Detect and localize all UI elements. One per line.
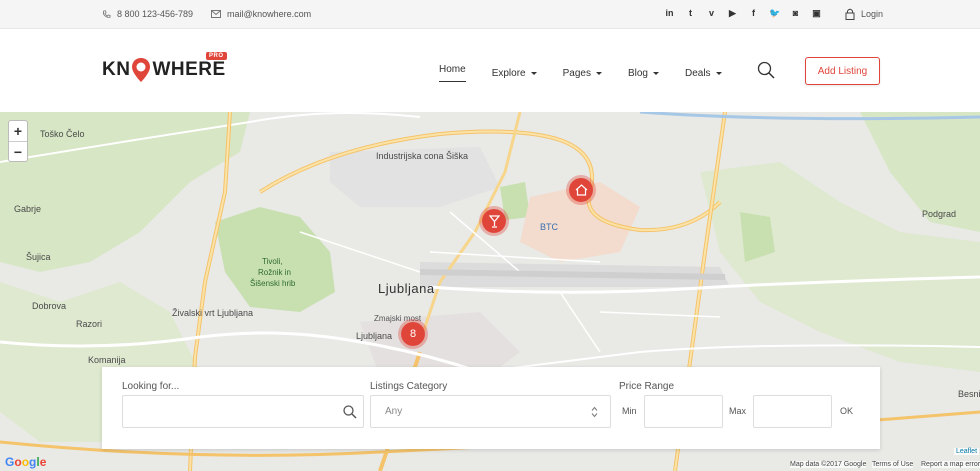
logo-text-right: WHERE <box>152 59 226 80</box>
map-marker-home[interactable] <box>566 175 596 205</box>
site-logo[interactable]: KN WHERE PRO <box>102 52 227 83</box>
map-data-attribution: Map data ©2017 Google <box>790 461 867 468</box>
chevron-down-icon <box>530 71 537 75</box>
email-address: mail@knowhere.com <box>227 9 312 19</box>
phone-contact[interactable]: 8 800 123-456-789 <box>102 9 193 19</box>
facebook-icon[interactable]: f <box>748 8 759 19</box>
pro-badge: PRO <box>206 52 227 60</box>
select-arrows-icon <box>591 406 598 418</box>
max-label: Max <box>729 406 747 416</box>
top-bar: 8 800 123-456-789 mail@knowhere.com in t… <box>0 0 980 29</box>
chevron-down-icon <box>652 71 659 75</box>
login-link[interactable]: Login <box>845 8 883 20</box>
looking-for-label: Looking for... <box>122 381 180 392</box>
main-nav: Home Explore Pages Blog Deals <box>439 64 722 82</box>
map-label-sujica: Šujica <box>26 252 51 262</box>
nav-pages-label: Pages <box>562 67 591 79</box>
youtube-icon[interactable]: ▶ <box>727 8 738 19</box>
min-price-input[interactable] <box>644 395 723 428</box>
vimeo-icon[interactable]: v <box>706 8 717 19</box>
home-icon <box>575 184 587 196</box>
map-label-tivoli-2: Rožnik in <box>258 268 291 277</box>
max-price-input[interactable] <box>753 395 832 428</box>
twitter-icon[interactable]: 🐦 <box>769 8 780 19</box>
glass-icon <box>488 214 500 228</box>
leaflet-attribution[interactable]: Leaflet <box>954 448 980 455</box>
logo-pin-icon <box>131 57 151 83</box>
nav-blog-label: Blog <box>627 67 648 79</box>
map-label-ljubljana-small: Ljubljana <box>356 331 393 341</box>
nav-home[interactable]: Home <box>439 64 466 82</box>
nav-deals[interactable]: Deals <box>685 64 722 82</box>
nav-explore[interactable]: Explore <box>492 64 537 82</box>
header-search-button[interactable] <box>757 61 775 84</box>
map-label-razori: Razori <box>76 319 103 329</box>
category-selected-value: Any <box>385 406 403 417</box>
map-label-tivoli-3: Šišenski hrib <box>250 279 296 288</box>
lock-icon <box>845 8 855 20</box>
search-icon <box>343 405 357 419</box>
phone-number: 8 800 123-456-789 <box>117 9 194 19</box>
map-label-ljubljana-city: Ljubljana <box>378 281 435 296</box>
map-label-zoo: Živalski vrt Ljubljana <box>172 308 254 318</box>
google-logo: Google <box>5 455 47 469</box>
min-label: Min <box>622 406 637 416</box>
email-contact[interactable]: mail@knowhere.com <box>211 9 311 19</box>
mail-icon <box>211 10 221 18</box>
phone-icon <box>102 9 111 18</box>
price-range-label: Price Range <box>619 381 675 392</box>
social-links: in t v ▶ f 🐦 ◙ ▣ <box>664 8 822 19</box>
search-icon <box>757 61 775 79</box>
map-label-btc: BTC <box>540 222 558 232</box>
flickr-icon[interactable]: ▣ <box>811 8 822 19</box>
map-label-tosko: Toško Čelo <box>40 129 85 139</box>
add-listing-button[interactable]: Add Listing <box>805 57 880 85</box>
listings-category-label: Listings Category <box>370 381 448 392</box>
map-label-podgrad: Podgrad <box>922 209 957 219</box>
nav-home-label: Home <box>439 64 466 75</box>
nav-blog[interactable]: Blog <box>628 64 659 82</box>
chevron-down-icon <box>595 71 602 75</box>
map-label-gabrje: Gabrje <box>14 204 42 214</box>
instagram-icon[interactable]: ◙ <box>790 8 801 19</box>
zoom-in-button[interactable]: + <box>9 121 27 141</box>
search-filter-panel: Looking for... Listings Category Any Pri… <box>102 367 880 449</box>
map-label-besni: Besni <box>958 389 980 399</box>
nav-deals-label: Deals <box>684 67 711 79</box>
map-marker-cluster[interactable]: 8 <box>398 319 428 349</box>
terms-link[interactable]: Terms of Use <box>872 461 914 468</box>
map-label-dobrova: Dobrova <box>32 301 67 311</box>
nav-explore-label: Explore <box>491 67 526 79</box>
map-label-komanija: Komanija <box>88 355 126 365</box>
listings-category-select[interactable]: Any <box>370 395 611 428</box>
report-error-link[interactable]: Report a map error <box>921 461 980 468</box>
login-label: Login <box>861 9 884 19</box>
map-label-industrijska: Industrijska cona Šiška <box>376 151 469 161</box>
site-header: KN WHERE PRO Home Explore Pages Blog Dea… <box>0 29 980 112</box>
chevron-down-icon <box>715 71 722 75</box>
zoom-control: + − <box>8 120 28 162</box>
looking-for-input[interactable] <box>122 395 364 428</box>
zoom-out-button[interactable]: − <box>9 141 27 161</box>
logo-text-left: KN <box>102 59 131 80</box>
ok-button[interactable]: OK <box>840 406 853 416</box>
map-marker-drinks[interactable] <box>479 206 509 236</box>
tumblr-icon[interactable]: t <box>685 8 696 19</box>
nav-pages[interactable]: Pages <box>563 64 602 82</box>
map-label-tivoli-1: Tivoli, <box>262 257 283 266</box>
linkedin-icon[interactable]: in <box>664 8 675 19</box>
